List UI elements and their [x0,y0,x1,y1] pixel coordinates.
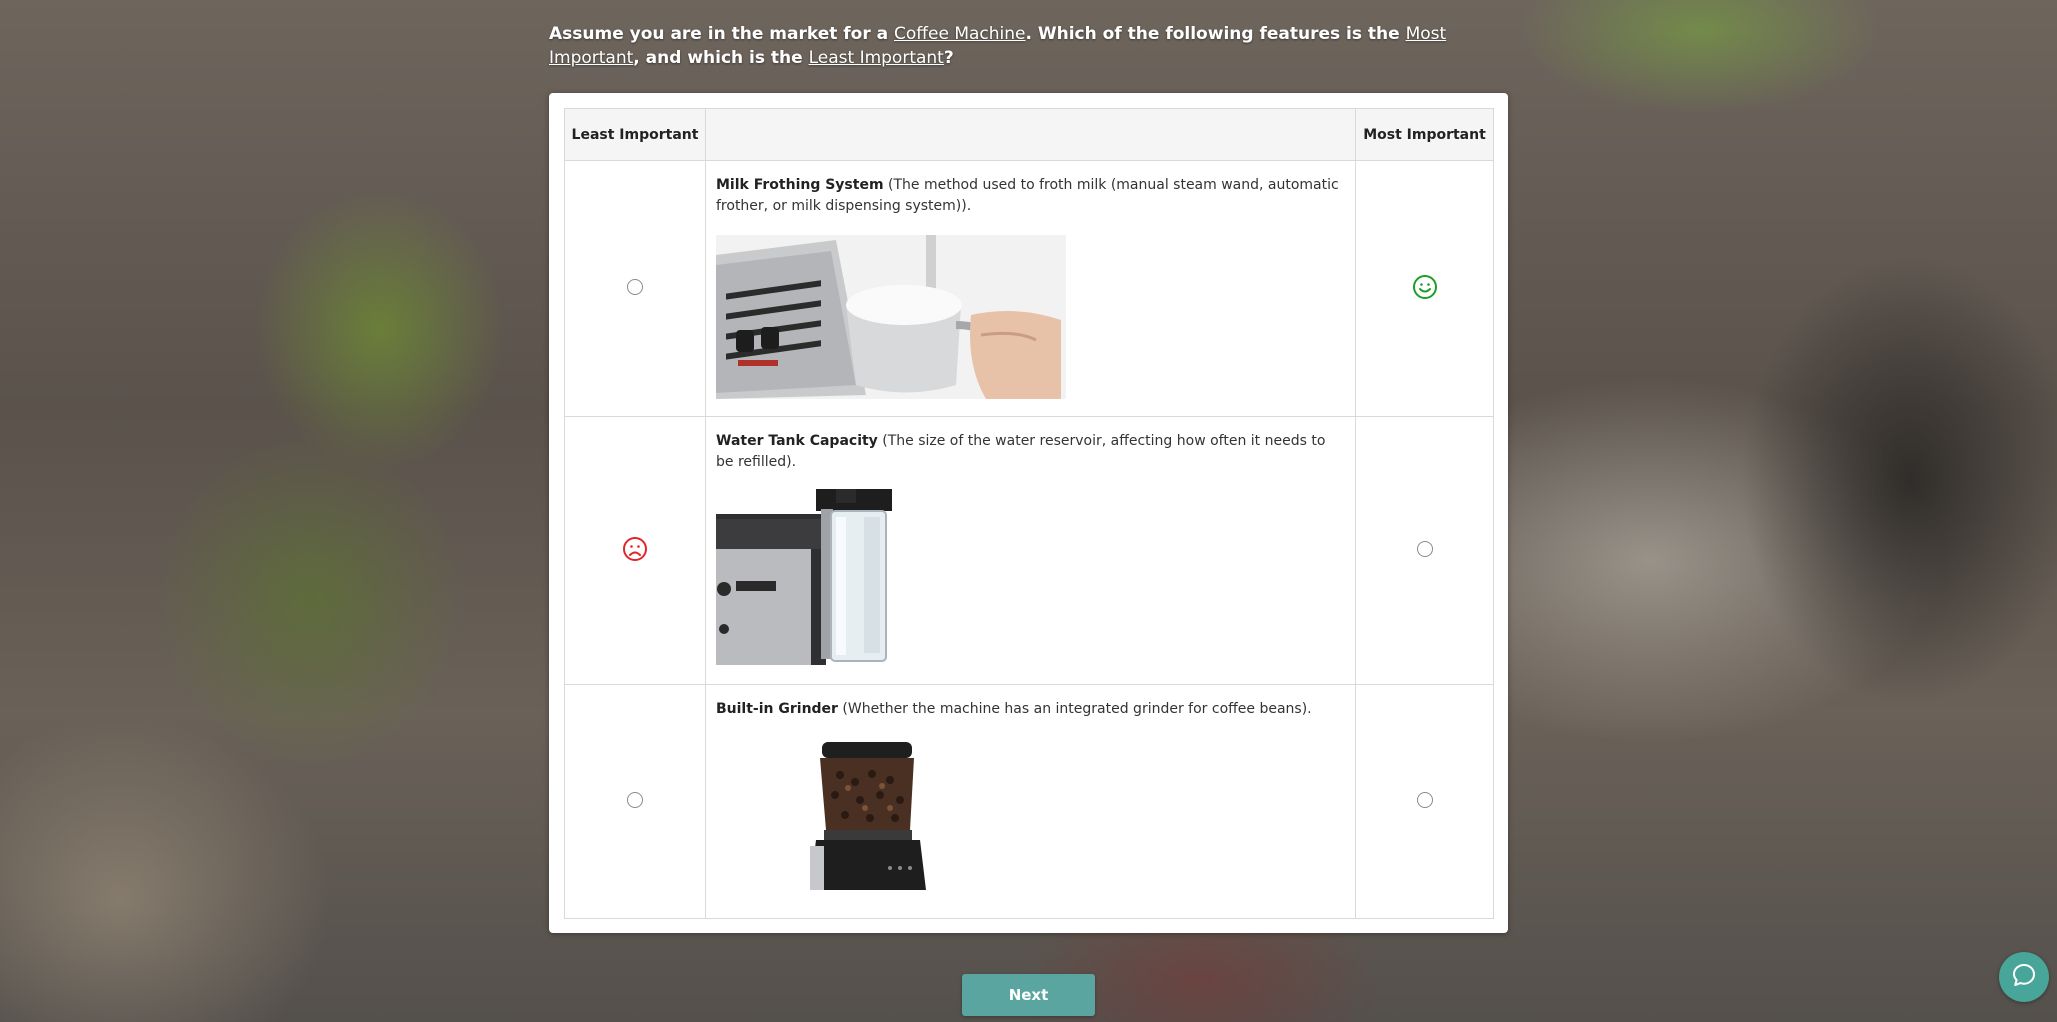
smiley-face-icon[interactable] [1412,274,1438,304]
most-cell-grinder [1355,684,1494,919]
feature-detail: (Whether the machine has an integrated g… [837,701,1312,717]
prompt-text-3: , and which is the [633,48,809,68]
milk-frothing-image [716,235,1066,399]
chat-button[interactable] [1999,952,2049,1002]
table-row: Built-in Grinder (Whether the machine ha… [564,684,1494,919]
feature-description: Built-in Grinder (Whether the machine ha… [716,699,1345,720]
feature-cell-milk-frothing: Milk Frothing System (The method used to… [705,160,1356,417]
least-cell-water-tank [564,416,706,685]
table-row: Water Tank Capacity (The size of the wat… [564,416,1494,685]
grinder-image [810,740,940,892]
least-radio-grinder[interactable] [627,791,643,808]
prompt-text-1: Assume you are in the market for a [549,24,895,44]
prompt-least: Least Important [808,48,944,68]
prompt-text-4: ? [943,48,954,68]
next-button[interactable]: Next [962,974,1095,1016]
feature-title: Water Tank Capacity [716,433,878,449]
feature-title: Milk Frothing System [716,177,884,193]
most-cell-milk-frothing [1355,160,1494,417]
table-row: Milk Frothing System (The method used to… [564,160,1494,417]
sad-face-icon[interactable] [622,536,648,566]
header-feature [705,108,1356,161]
table-header-row: Least Important Most Important [564,108,1494,161]
question-prompt: Assume you are in the market for a Coffe… [549,22,1509,70]
maxdiff-table: Least Important Most Important Milk Frot… [564,108,1494,919]
least-radio-milk-frothing[interactable] [627,278,643,295]
question-card: Least Important Most Important Milk Frot… [549,93,1508,933]
prompt-product: Coffee Machine [894,24,1026,44]
chat-bubble-icon [2011,962,2037,992]
feature-description: Water Tank Capacity (The size of the wat… [716,431,1345,473]
header-least-important: Least Important [564,108,706,161]
feature-description: Milk Frothing System (The method used to… [716,175,1345,217]
water-tank-image [716,489,892,665]
feature-cell-grinder: Built-in Grinder (Whether the machine ha… [705,684,1356,919]
most-cell-water-tank [1355,416,1494,685]
feature-cell-water-tank: Water Tank Capacity (The size of the wat… [705,416,1356,685]
least-cell-grinder [564,684,706,919]
feature-title: Built-in Grinder [716,701,838,717]
most-radio-water-tank[interactable] [1416,540,1433,557]
least-cell-milk-frothing [564,160,706,417]
most-radio-grinder[interactable] [1416,791,1433,808]
header-most-important: Most Important [1355,108,1494,161]
prompt-text-2: . Which of the following features is the [1025,24,1406,44]
